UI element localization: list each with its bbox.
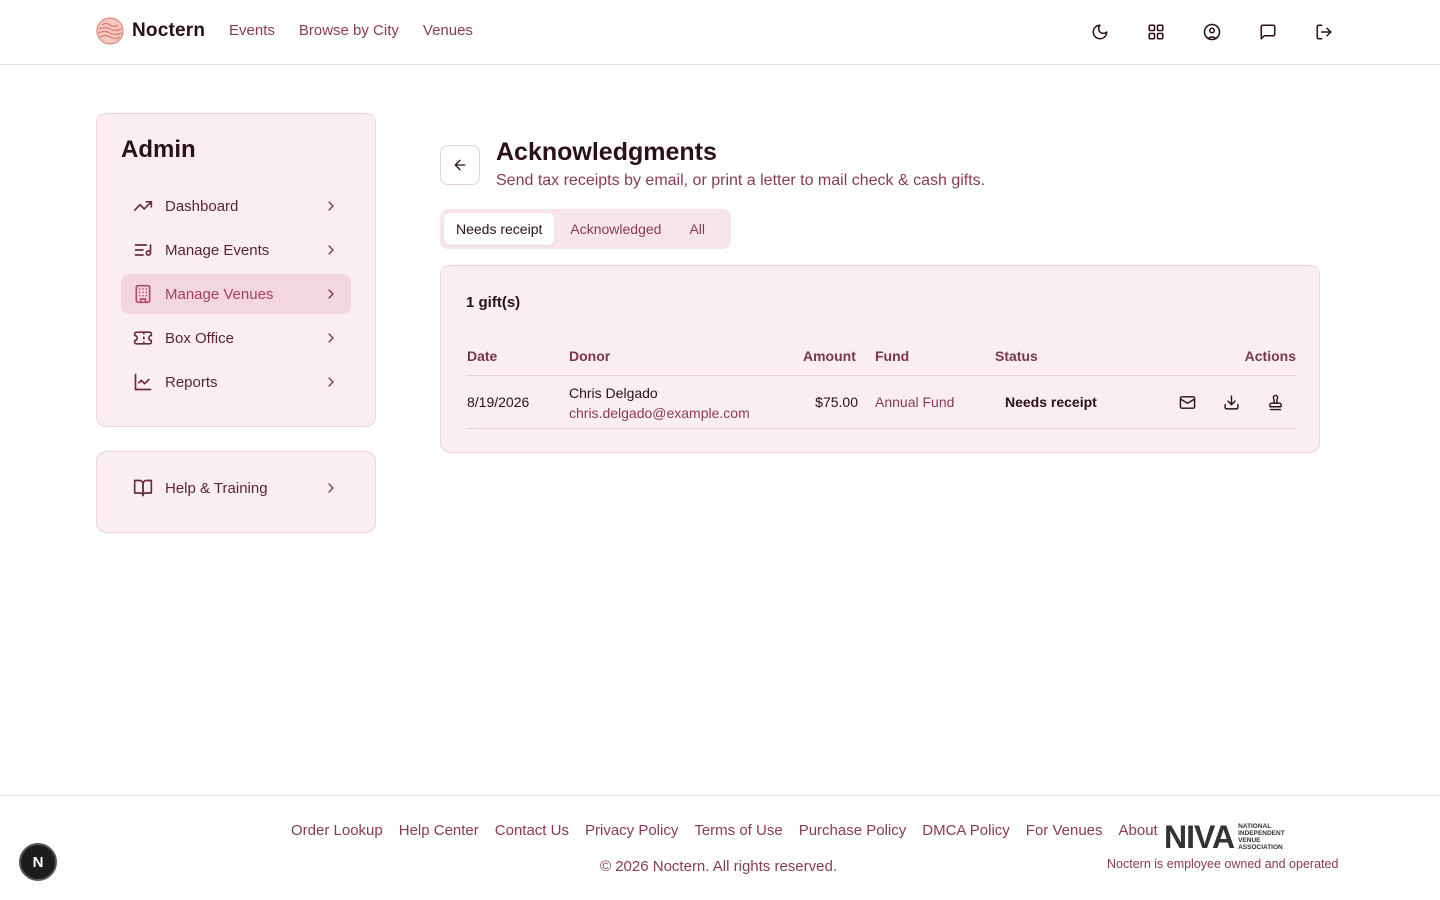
column-header-actions: Actions xyxy=(1244,348,1296,364)
column-header-fund: Fund xyxy=(875,348,910,364)
tab-all[interactable]: All xyxy=(677,213,717,245)
footer-link-order-lookup[interactable]: Order Lookup xyxy=(291,822,383,839)
footer-link-terms-of-use[interactable]: Terms of Use xyxy=(694,822,782,839)
footer-link-dmca-policy[interactable]: DMCA Policy xyxy=(922,822,1010,839)
sidebar-item-label: Reports xyxy=(165,373,218,391)
messages-icon[interactable] xyxy=(1255,19,1281,45)
table-header: Date Donor Amount Fund Status Actions xyxy=(466,344,1296,376)
table-row: 8/19/2026 Chris Delgado chris.delgado@ex… xyxy=(466,376,1296,429)
email-receipt-button[interactable] xyxy=(1175,390,1199,414)
receipt-filter-tabs: Needs receipt Acknowledged All xyxy=(440,209,731,249)
gift-count: 1 gift(s) xyxy=(466,294,521,311)
footer-link-purchase-policy[interactable]: Purchase Policy xyxy=(799,822,907,839)
trending-up-icon xyxy=(133,201,153,211)
page-subtitle: Send tax receipts by email, or print a l… xyxy=(496,172,986,189)
tab-needs-receipt[interactable]: Needs receipt xyxy=(444,213,555,245)
chevron-right-icon xyxy=(328,289,334,299)
sidebar-item-manage-venues[interactable]: Manage Venues xyxy=(121,274,351,314)
mail-icon xyxy=(1179,395,1195,409)
chevron-right-icon xyxy=(328,483,334,493)
dev-tools-badge[interactable]: N xyxy=(19,843,57,881)
line-chart-icon xyxy=(134,373,152,391)
main-nav: Events Browse by City Venues xyxy=(229,22,473,39)
nav-browse-by-city-link[interactable]: Browse by City xyxy=(299,22,399,39)
sidebar-item-label: Manage Events xyxy=(165,241,270,259)
nav-venues-link[interactable]: Venues xyxy=(423,22,473,39)
account-circle-icon[interactable] xyxy=(1199,19,1225,45)
sidebar-menu: Dashboard Manage Events Manage Venues Bo… xyxy=(121,186,351,406)
niva-logo[interactable]: NIVA NATIONAL INDEPENDENT VENUE ASSOCIAT… xyxy=(1164,819,1286,855)
brand-name: Noctern xyxy=(132,20,206,41)
footer-link-contact-us[interactable]: Contact Us xyxy=(495,822,569,839)
sidebar-item-manage-events[interactable]: Manage Events xyxy=(121,230,351,270)
sidebar-title: Admin xyxy=(121,136,196,163)
chevron-right-icon xyxy=(328,201,334,211)
footer-link-for-venues[interactable]: For Venues xyxy=(1026,822,1103,839)
gift-date: 8/19/2026 xyxy=(467,394,530,410)
gifts-card: 1 gift(s) Date Donor Amount Fund Status … xyxy=(440,265,1320,453)
page-title: Acknowledgments xyxy=(496,138,717,166)
sidebar-item-help-training[interactable]: Help & Training xyxy=(121,468,351,508)
nav-events-link[interactable]: Events xyxy=(229,22,275,39)
back-button[interactable] xyxy=(440,145,480,185)
footer-link-about[interactable]: About xyxy=(1119,822,1158,839)
download-letter-button[interactable] xyxy=(1219,390,1243,414)
niva-tagline: NATIONAL INDEPENDENT VENUE ASSOCIATION xyxy=(1238,823,1285,851)
gifts-table: Date Donor Amount Fund Status Actions 8/… xyxy=(466,344,1296,429)
niva-wordmark: NIVA xyxy=(1164,819,1235,855)
dark-mode-toggle-icon[interactable] xyxy=(1087,19,1113,45)
footer-link-help-center[interactable]: Help Center xyxy=(399,822,479,839)
sidebar-item-label: Box Office xyxy=(165,329,234,347)
top-navbar: Noctern Events Browse by City Venues xyxy=(0,0,1440,65)
admin-sidebar: Admin Dashboard Manage Events Manage Ven… xyxy=(96,113,376,427)
header-actions xyxy=(1087,19,1337,45)
brand[interactable]: Noctern xyxy=(96,17,205,45)
sidebar-item-label: Dashboard xyxy=(165,197,239,215)
sidebar-item-label: Help & Training xyxy=(165,479,268,497)
logout-icon[interactable] xyxy=(1311,19,1337,45)
gift-amount: $75.00 xyxy=(815,394,858,410)
apps-grid-icon[interactable] xyxy=(1143,19,1169,45)
row-actions xyxy=(1175,390,1287,414)
status-badge: Needs receipt xyxy=(1005,394,1097,410)
donor-name: Chris Delgado xyxy=(569,385,658,401)
column-header-date: Date xyxy=(467,348,498,364)
chevron-right-icon xyxy=(328,333,334,343)
donor-email: chris.delgado@example.com xyxy=(569,405,750,421)
copyright: © 2026 Noctern. All rights reserved. xyxy=(600,858,837,875)
column-header-status: Status xyxy=(995,348,1038,364)
chevron-right-icon xyxy=(328,245,334,255)
site-footer: Order Lookup Help Center Contact Us Priv… xyxy=(0,795,1440,900)
stamp-icon xyxy=(1268,394,1282,410)
sidebar-item-reports[interactable]: Reports xyxy=(121,362,351,402)
employee-owned-note: Noctern is employee owned and operated xyxy=(1107,857,1339,871)
column-header-amount: Amount xyxy=(803,348,856,364)
gift-fund: Annual Fund xyxy=(875,394,955,410)
footer-link-privacy-policy[interactable]: Privacy Policy xyxy=(585,822,678,839)
help-sidebar: Help & Training xyxy=(96,451,376,533)
footer-links: Order Lookup Help Center Contact Us Priv… xyxy=(291,822,1158,839)
building-icon xyxy=(135,284,151,304)
chevron-right-icon xyxy=(328,377,334,387)
sidebar-item-box-office[interactable]: Box Office xyxy=(121,318,351,358)
arrow-left-icon xyxy=(454,159,466,171)
brand-logo-icon xyxy=(96,17,124,45)
list-music-icon xyxy=(134,244,152,256)
ticket-icon xyxy=(133,331,153,345)
sidebar-item-dashboard[interactable]: Dashboard xyxy=(121,186,351,226)
column-header-donor: Donor xyxy=(569,348,611,364)
tab-acknowledged[interactable]: Acknowledged xyxy=(558,213,673,245)
mark-acknowledged-button[interactable] xyxy=(1263,390,1287,414)
download-icon xyxy=(1223,394,1239,410)
sidebar-item-label: Manage Venues xyxy=(165,285,274,303)
book-open-icon xyxy=(133,479,153,497)
